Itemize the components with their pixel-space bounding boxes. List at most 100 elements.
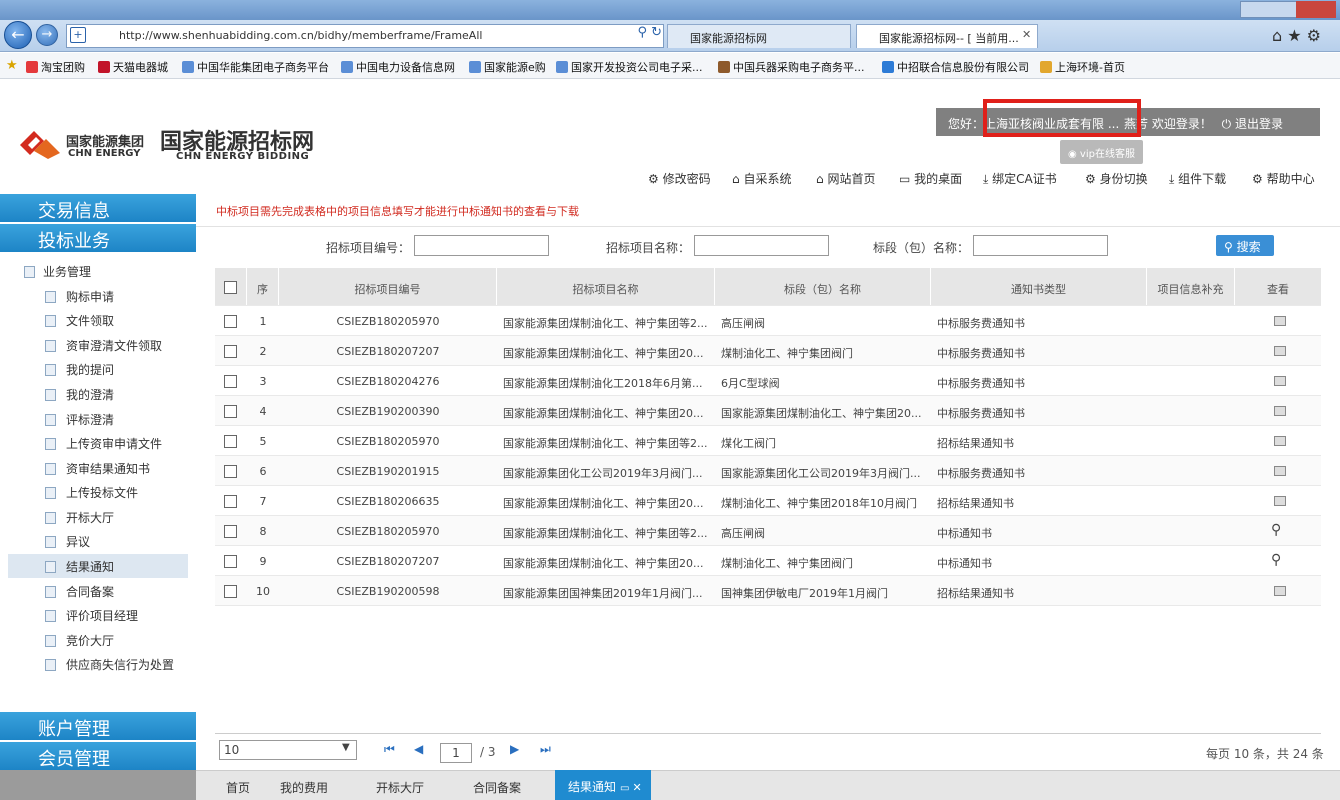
print-icon[interactable] [1274,436,1286,446]
next-page-icon[interactable]: ▶ [510,742,519,756]
row-checkbox[interactable] [224,525,237,538]
sidebar-item[interactable]: 我的澄清 [45,386,114,403]
link-self-purchase[interactable]: ⌂ 自采系统 [732,170,791,187]
logout-link[interactable]: 退出登录 [1235,117,1283,131]
link-help-center[interactable]: ⚙ 帮助中心 [1252,170,1315,187]
link-change-password[interactable]: ⚙ 修改密码 [648,170,711,187]
print-icon[interactable] [1274,316,1286,326]
page-number-input[interactable]: 1 [440,743,472,763]
link-bind-ca[interactable]: ⤓ 绑定CA证书 [983,170,1057,187]
sidebar-head-member[interactable]: 会员管理 [0,742,196,770]
row-checkbox[interactable] [224,495,237,508]
last-page-icon[interactable]: ⏭ [540,742,551,757]
bottom-tab-result-notice[interactable]: 结果通知 ▭ ✕ [555,770,651,800]
row-checkbox[interactable] [224,555,237,568]
bottom-tabbar [0,770,1340,800]
link-site-home[interactable]: ⌂ 网站首页 [816,170,875,187]
cell-no: 9 [259,555,267,568]
sidebar-item-active[interactable]: 结果通知 [45,558,114,575]
row-checkbox[interactable] [224,465,237,478]
close-tab-icon[interactable]: ✕ [1022,28,1031,41]
first-page-icon[interactable]: ⏮ [384,742,395,757]
sidebar-item[interactable]: 购标申请 [45,288,114,305]
sidebar-item[interactable]: 文件领取 [45,312,114,329]
project-no-input[interactable] [414,235,549,256]
row-checkbox[interactable] [224,585,237,598]
print-icon[interactable] [1274,496,1286,506]
vip-service-button[interactable]: ◉ vip在线客服 [1060,140,1143,164]
row-checkbox[interactable] [224,375,237,388]
tree-group-business[interactable]: 业务管理 [24,263,91,280]
table-row: 6 CSIEZB190201915 国家能源集团化工公司2019年3月阀门... 国家… [215,456,1321,486]
search-icon[interactable]: ⚲ [1271,516,1291,545]
row-checkbox[interactable] [224,315,237,328]
fav-item[interactable]: 天猫电器城 [98,59,168,75]
sidebar-item[interactable]: 资审澄清文件领取 [45,337,162,354]
sidebar-item[interactable]: 上传资审申请文件 [45,435,162,452]
browser-tab-1[interactable]: 国家能源招标网 [667,24,851,48]
fav-item[interactable]: 淘宝团购 [26,59,85,75]
search-button[interactable]: ⚲ 搜索 [1216,235,1274,256]
section-name-input[interactable] [973,235,1108,256]
sidebar-head-bid[interactable]: 投标业务 [0,224,196,252]
restore-icon[interactable]: ▭ [620,783,629,794]
fav-item[interactable]: 中国电力设备信息网 [341,59,455,75]
fav-item[interactable]: 上海环境-首页 [1040,59,1125,75]
cell-code: CSIEZB180204276 [336,375,440,388]
print-icon[interactable] [1274,406,1286,416]
search-icon[interactable]: ⚲ [1271,546,1291,575]
address-bar[interactable]: http://www.shenhuabidding.com.cn/bidhy/m… [66,24,664,48]
print-icon[interactable] [1274,466,1286,476]
browser-tab-2[interactable]: 国家能源招标网-- [ 当前用... [856,24,1038,48]
col-code: 招标项目编号 [279,268,497,305]
fav-item[interactable]: 中国华能集团电子商务平台 [182,59,329,75]
favorites-star-icon[interactable]: ★ [6,58,18,73]
doc-icon [45,389,56,401]
sidebar-item[interactable]: 资审结果通知书 [45,460,150,477]
sidebar-item[interactable]: 上传投标文件 [45,484,138,501]
compat-icon[interactable]: + [70,27,86,43]
cell-no: 4 [259,405,267,418]
link-component-download[interactable]: ⤓ 组件下载 [1169,170,1226,187]
row-checkbox[interactable] [224,435,237,448]
fav-item[interactable]: 国家开发投资公司电子采... [556,59,703,75]
print-icon[interactable] [1274,376,1286,386]
close-window-button[interactable] [1296,1,1336,18]
sidebar-head-account[interactable]: 账户管理 [0,712,196,740]
search-refresh-icons[interactable]: ⚲ ↻ [592,25,662,47]
cell-code: CSIEZB180205970 [336,435,440,448]
sidebar-item[interactable]: 供应商失信行为处置 [45,656,174,673]
close-icon[interactable]: ✕ [632,781,641,794]
bottom-tab-contract[interactable]: 合同备案 [473,779,521,796]
bottom-tab-opening[interactable]: 开标大厅 [376,779,424,796]
sidebar-item[interactable]: 评价项目经理 [45,607,138,624]
sidebar-item[interactable]: 开标大厅 [45,509,114,526]
doc-icon [45,487,56,499]
fav-item[interactable]: 中招联合信息股份有限公司 [882,59,1029,75]
sidebar-head-trade[interactable]: 交易信息 [0,194,196,222]
link-switch-identity[interactable]: ⚙ 身份切换 [1085,170,1148,187]
prev-page-icon[interactable]: ◀ [414,742,423,756]
fav-item[interactable]: 国家能源e购 [469,59,546,75]
filter-label-section: 标段（包）名称： [873,241,970,255]
sidebar-item[interactable]: 竞价大厅 [45,632,114,649]
sidebar-item[interactable]: 评标澄清 [45,411,114,428]
back-button[interactable]: ← [4,21,32,49]
page-size-select[interactable]: 10 ▼ [219,740,357,760]
print-icon[interactable] [1274,346,1286,356]
sidebar-item[interactable]: 异议 [45,533,90,550]
row-checkbox[interactable] [224,345,237,358]
print-icon[interactable] [1274,586,1286,596]
link-my-desktop[interactable]: ▭ 我的桌面 [899,170,962,187]
project-name-input[interactable] [694,235,829,256]
home-star-gear-icons[interactable]: ⌂ ★ ⚙ [1272,26,1321,45]
bottom-tab-home[interactable]: 首页 [226,779,250,796]
forward-button[interactable]: → [36,24,58,46]
sidebar-item[interactable]: 合同备案 [45,583,114,600]
cell-no: 10 [256,585,270,598]
power-icon[interactable]: ⏻ [1222,117,1232,131]
sidebar-item[interactable]: 我的提问 [45,361,114,378]
row-checkbox[interactable] [224,405,237,418]
bottom-tab-fees[interactable]: 我的费用 [280,779,328,796]
fav-item[interactable]: 中国兵器采购电子商务平... [718,59,865,75]
